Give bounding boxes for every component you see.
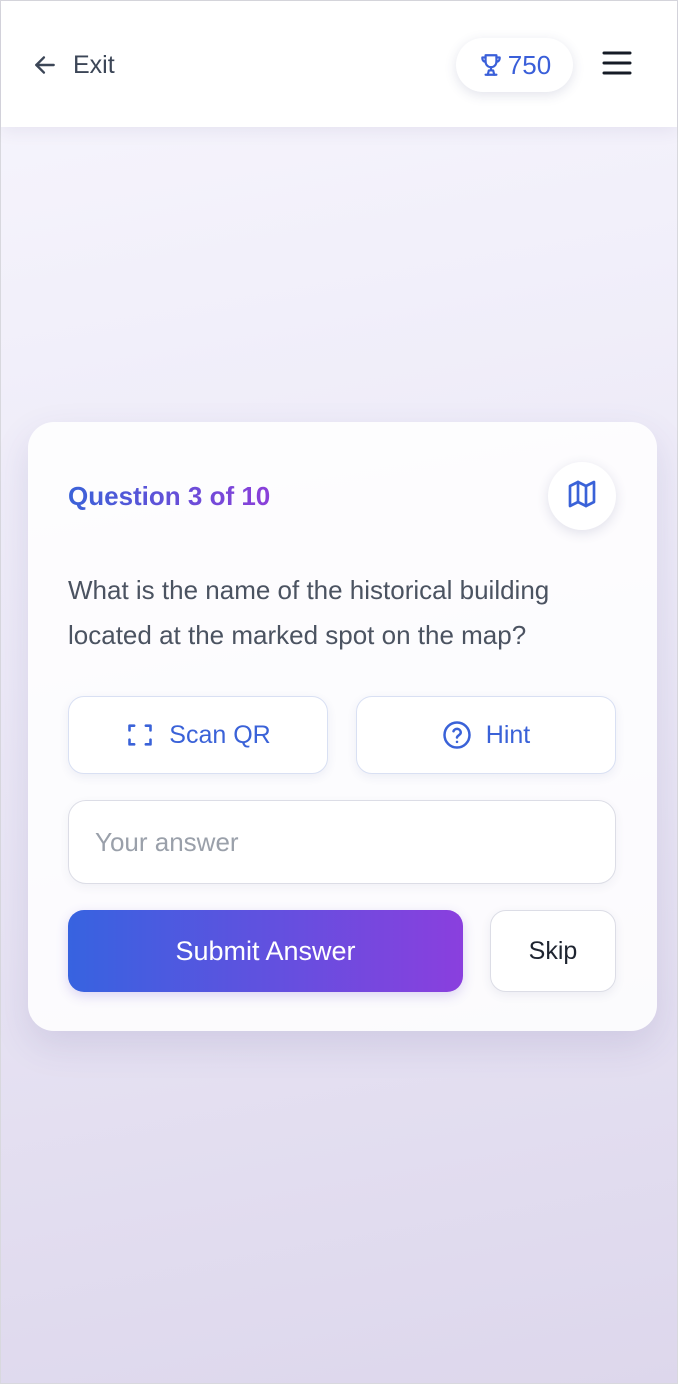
map-button[interactable] <box>548 462 616 530</box>
menu-button[interactable] <box>599 49 635 81</box>
map-icon <box>566 478 598 515</box>
arrow-left-icon <box>31 51 59 79</box>
scan-qr-button[interactable]: Scan QR <box>68 696 328 774</box>
question-text: What is the name of the historical build… <box>68 575 550 650</box>
scan-qr-label: Scan QR <box>169 720 271 749</box>
submit-answer-button[interactable]: Submit Answer <box>68 910 463 992</box>
hamburger-menu-icon <box>601 50 633 81</box>
question-counter: Question 3 of 10 <box>68 481 271 511</box>
exit-button[interactable]: Exit <box>31 45 115 85</box>
score-value: 750 <box>507 49 552 80</box>
hint-label: Hint <box>485 720 531 749</box>
skip-button[interactable]: Skip <box>490 910 616 992</box>
exit-label: Exit <box>73 50 115 79</box>
top-bar: Exit 750 <box>1 1 677 127</box>
answer-input[interactable] <box>68 800 616 884</box>
question-card: Question 3 of 10 What is the name of the… <box>28 422 657 1031</box>
trophy-icon <box>478 51 504 79</box>
question-circle-icon <box>442 720 472 750</box>
scan-qr-icon <box>125 720 155 750</box>
score-badge: 750 <box>456 38 573 92</box>
hint-button[interactable]: Hint <box>356 696 616 774</box>
